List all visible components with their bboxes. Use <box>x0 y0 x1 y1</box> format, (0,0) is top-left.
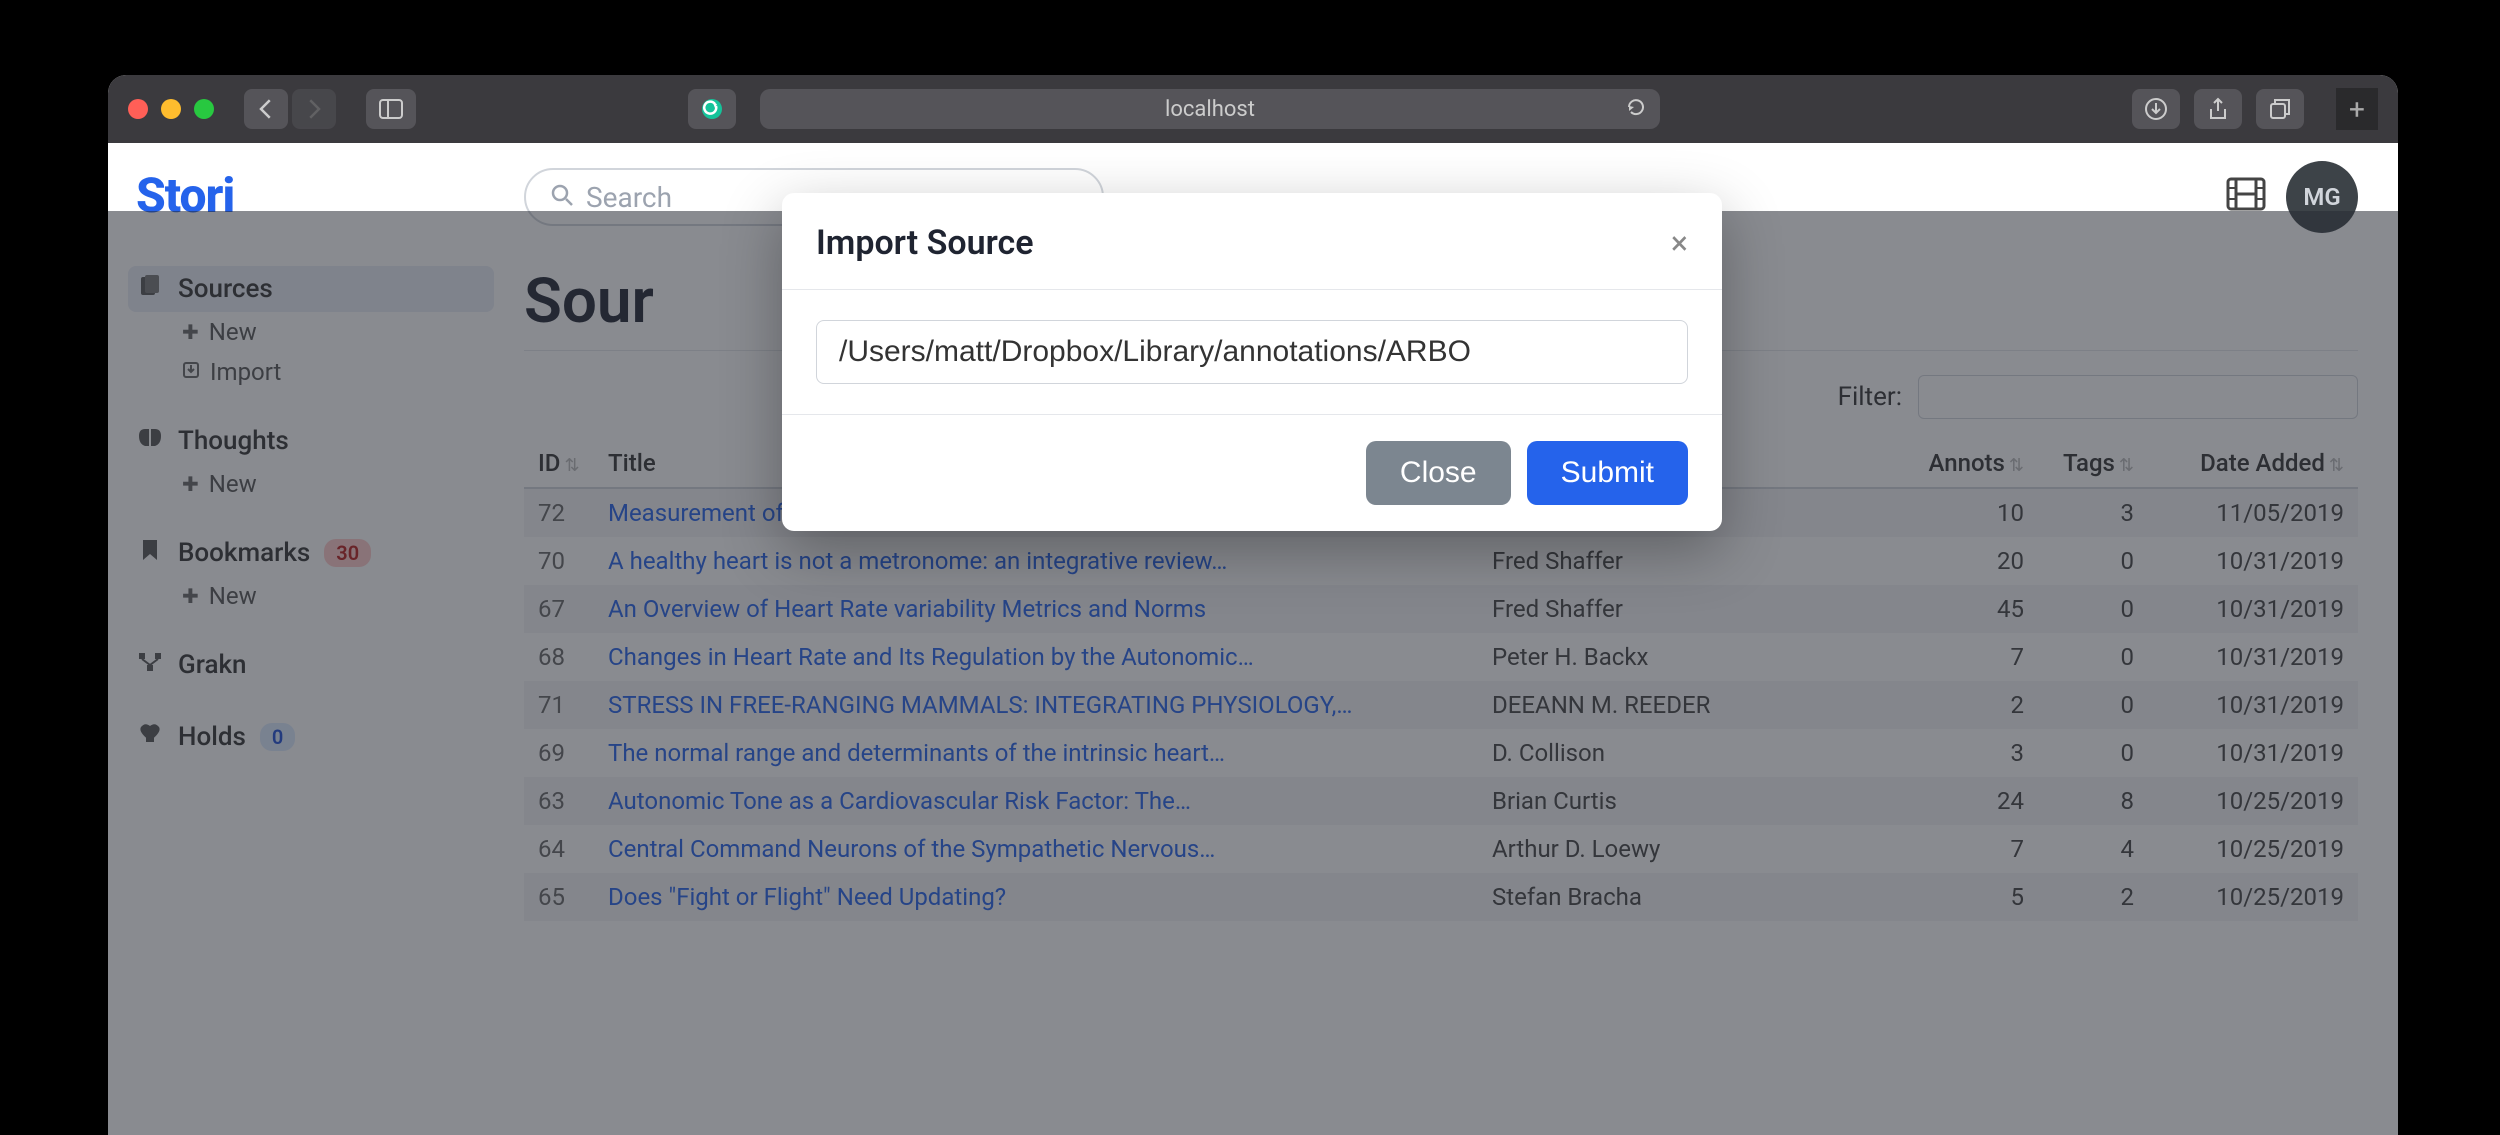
reload-icon[interactable] <box>1626 97 1646 122</box>
avatar-initials: MG <box>2303 183 2340 211</box>
downloads-button[interactable] <box>2132 89 2180 129</box>
window-controls <box>128 99 214 119</box>
close-icon[interactable]: × <box>1671 224 1688 262</box>
browser-titlebar: localhost + <box>108 75 2398 143</box>
maximize-window-button[interactable] <box>194 99 214 119</box>
tabs-button[interactable] <box>2256 89 2304 129</box>
search-placeholder: Search <box>586 181 672 214</box>
sidebar-toggle-button[interactable] <box>366 89 416 129</box>
close-window-button[interactable] <box>128 99 148 119</box>
url-text: localhost <box>1165 97 1255 122</box>
import-source-modal: Import Source × Close Submit <box>782 193 1722 531</box>
modal-title: Import Source <box>816 223 1034 263</box>
search-icon <box>550 181 574 214</box>
browser-window: localhost + Stori <box>108 75 2398 1135</box>
titlebar-right <box>2132 89 2304 129</box>
address-bar[interactable]: localhost <box>760 89 1660 129</box>
minimize-window-button[interactable] <box>161 99 181 119</box>
submit-button[interactable]: Submit <box>1527 441 1688 505</box>
extension-button[interactable] <box>688 89 736 129</box>
nav-buttons <box>244 89 336 129</box>
close-button[interactable]: Close <box>1366 441 1511 505</box>
new-tab-button[interactable]: + <box>2336 88 2378 130</box>
share-button[interactable] <box>2194 89 2242 129</box>
back-button[interactable] <box>244 89 288 129</box>
forward-button[interactable] <box>292 89 336 129</box>
import-path-input[interactable] <box>816 320 1688 384</box>
